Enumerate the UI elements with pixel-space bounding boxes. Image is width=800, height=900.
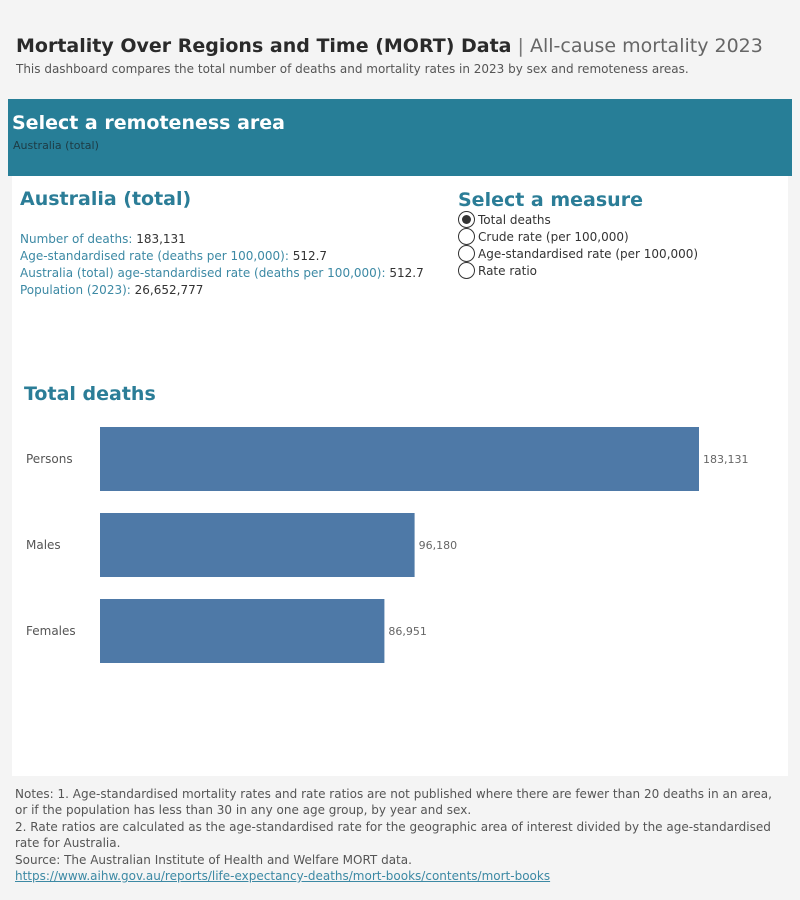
title-separator: | (511, 35, 530, 57)
radio-button-icon[interactable] (458, 228, 475, 245)
stat-value: 512.7 (292, 249, 328, 263)
category-label: Persons (26, 452, 73, 466)
measure-option-label: Age-standardised rate (per 100,000) (478, 246, 699, 261)
title-main: Mortality Over Regions and Time (MORT) D… (16, 35, 512, 57)
radio-button-checked-icon[interactable] (458, 211, 475, 228)
stat-number-of-deaths: Number of deaths: 183,131 (20, 231, 424, 248)
source-link[interactable]: https://www.aihw.gov.au/reports/life-exp… (15, 869, 550, 883)
radio-button-icon[interactable] (458, 245, 475, 262)
category-label: Females (26, 624, 76, 638)
stat-population: Population (2023): 26,652,777 (20, 282, 424, 299)
bar-females[interactable] (100, 599, 385, 663)
category-label: Males (26, 538, 61, 552)
value-label: 183,131 (703, 453, 749, 466)
bar-persons[interactable] (100, 427, 699, 491)
measure-option-label: Crude rate (per 100,000) (478, 229, 629, 244)
notes: Notes: 1. Age-standardised mortality rat… (15, 786, 785, 884)
stat-value: 26,652,777 (134, 283, 204, 297)
measure-title: Select a measure (458, 189, 643, 211)
main-panel: Australia (total) Number of deaths: 183,… (12, 176, 788, 776)
note-line: Notes: 1. Age-standardised mortality rat… (15, 787, 772, 818)
measure-option-label: Total deaths (478, 212, 551, 227)
page-title: Mortality Over Regions and Time (MORT) D… (16, 34, 786, 58)
measure-option-rate-ratio[interactable]: Rate ratio (458, 262, 698, 279)
stat-label: Age-standardised rate (deaths per 100,00… (20, 249, 289, 263)
stat-label: Australia (total) age-standardised rate … (20, 266, 386, 280)
stat-age-standardised-rate: Age-standardised rate (deaths per 100,00… (20, 248, 424, 265)
measure-option-label: Rate ratio (478, 263, 537, 278)
remoteness-area-value[interactable]: Australia (total) (13, 139, 99, 152)
title-subtitle: All-cause mortality 2023 (529, 35, 763, 57)
area-stats: Number of deaths: 183,131 Age-standardis… (20, 231, 424, 299)
page-description: This dashboard compares the total number… (16, 62, 689, 76)
dashboard-header: Mortality Over Regions and Time (MORT) D… (16, 34, 786, 76)
total-deaths-bar-chart: Persons 183,131 Males 96,180 Females 86,951 (26, 427, 749, 663)
area-title: Australia (total) (20, 188, 192, 210)
stat-value: 183,131 (136, 232, 186, 246)
bar-males[interactable] (100, 513, 415, 577)
measure-option-total-deaths[interactable]: Total deaths (458, 211, 698, 228)
stat-value: 512.7 (389, 266, 424, 280)
value-label: 96,180 (419, 539, 458, 552)
stat-label: Population (2023): (20, 283, 131, 297)
remoteness-area-selector[interactable]: Select a remoteness area Australia (tota… (8, 99, 792, 176)
remoteness-area-heading: Select a remoteness area (12, 112, 285, 134)
value-label: 86,951 (388, 625, 427, 638)
source-line: Source: The Australian Institute of Heal… (15, 852, 412, 867)
stat-label: Number of deaths: (20, 232, 133, 246)
measure-option-age-standardised-rate[interactable]: Age-standardised rate (per 100,000) (458, 245, 698, 262)
measure-option-crude-rate[interactable]: Crude rate (per 100,000) (458, 228, 698, 245)
radio-button-icon[interactable] (458, 262, 475, 279)
note-line: 2. Rate ratios are calculated as the age… (15, 819, 771, 851)
chart-title: Total deaths (24, 383, 156, 405)
measure-selector: Select a measure Total deaths Crude rate… (458, 189, 698, 279)
stat-australia-rate: Australia (total) age-standardised rate … (20, 265, 424, 282)
